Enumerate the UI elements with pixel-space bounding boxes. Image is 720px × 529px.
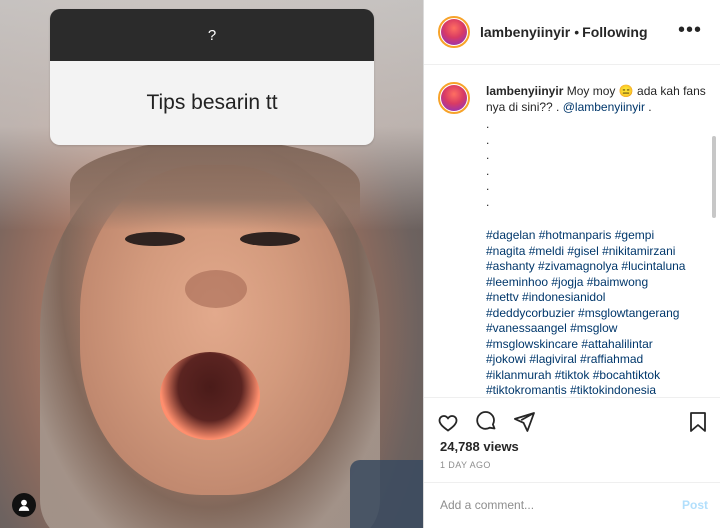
dot-line: .: [486, 117, 490, 131]
instagram-post-frame: ? Tips besarin tt lambenyiinyir • Follow…: [0, 0, 720, 528]
dot-line: .: [486, 163, 490, 178]
author-avatar[interactable]: [438, 16, 470, 48]
caption-period: .: [648, 99, 652, 114]
caption-text: lambenyiinyir Moy moy 😑 ada kah fans nya…: [486, 84, 716, 397]
comment-button[interactable]: [472, 408, 500, 436]
comment-bar: Add a comment... Post: [424, 482, 720, 527]
hashtag-list: #dagelan #hotmanparis #gempi #nagita #me…: [486, 228, 716, 397]
heart-icon: [438, 415, 458, 432]
avatar-image: [441, 19, 467, 45]
hashtag-line[interactable]: #deddycorbuzier #msglowtangerang: [486, 306, 716, 322]
question-sticker-body: Tips besarin tt: [50, 61, 374, 145]
bangs-shape: [70, 140, 360, 230]
post-time-ago: 1 DAY AGO: [440, 460, 491, 470]
post-actions: 24,788 views 1 DAY AGO Add a comment... …: [424, 397, 720, 529]
question-sticker-header: ?: [50, 9, 374, 61]
mouth-shape: [160, 352, 260, 440]
video-media[interactable]: ? Tips besarin tt: [0, 0, 423, 528]
action-icons: [434, 408, 538, 436]
question-sticker: ? Tips besarin tt: [50, 9, 374, 145]
hashtag-line[interactable]: #ashanty #zivamagnolya #lucintaluna: [486, 259, 716, 275]
hashtag-line[interactable]: #vanessaangel #msglow: [486, 321, 716, 337]
hashtag-line[interactable]: #jokowi #lagiviral #raffiahmad: [486, 352, 716, 368]
right-eye-shape: [240, 232, 300, 246]
avatar-image: [441, 85, 467, 111]
left-eye-shape: [125, 232, 185, 246]
share-button[interactable]: [510, 408, 538, 436]
view-count: 24,788 views: [440, 439, 519, 454]
caption-username[interactable]: lambenyiinyir: [486, 84, 563, 98]
nose-shape: [185, 270, 247, 308]
caption-author-avatar[interactable]: [438, 82, 470, 114]
question-symbol: ?: [207, 26, 217, 44]
dot-line: .: [486, 179, 490, 193]
dot-line: .: [486, 132, 490, 147]
hashtag-line[interactable]: #nettv #indonesianidol: [486, 290, 716, 306]
like-button[interactable]: [434, 408, 462, 436]
comment-icon: [476, 411, 496, 430]
following-button[interactable]: Following: [582, 24, 647, 40]
hashtag-line[interactable]: #tiktokromantis #tiktokindonesia: [486, 383, 716, 397]
dot-line: .: [486, 194, 490, 209]
more-options-icon[interactable]: •••: [678, 19, 702, 42]
comment-input[interactable]: Add a comment...: [440, 498, 682, 512]
dot-lines: . . . . . .: [486, 117, 716, 210]
hashtag-line[interactable]: #iklanmurah #tiktok #bocahtiktok: [486, 368, 716, 384]
dot-line: .: [486, 148, 490, 162]
share-icon: [514, 412, 535, 432]
save-button[interactable]: [684, 408, 712, 436]
hashtag-line[interactable]: #nagita #meldi #gisel #nikitamirzani: [486, 244, 716, 260]
question-text: Tips besarin tt: [146, 91, 278, 114]
user-icon: [18, 499, 30, 511]
hashtag-line[interactable]: #dagelan #hotmanparis #gempi: [486, 228, 716, 244]
shirt-shape: [350, 460, 423, 528]
post-side-panel: lambenyiinyir • Following ••• lambenyiin…: [423, 0, 720, 528]
caption-mention-link[interactable]: @lambenyiinyir: [563, 100, 645, 114]
tagged-user-button[interactable]: [12, 493, 36, 517]
hashtag-line[interactable]: #msglowskincare #attahalilintar: [486, 337, 716, 353]
caption-scrollbar[interactable]: [712, 136, 716, 218]
separator-bullet: •: [574, 24, 580, 40]
caption-area: lambenyiinyir Moy moy 😑 ada kah fans nya…: [424, 64, 720, 397]
hashtag-line[interactable]: #leeminhoo #jogja #baimwong: [486, 275, 716, 291]
caption-intro: Moy moy: [566, 84, 616, 98]
post-header: lambenyiinyir • Following •••: [424, 0, 720, 65]
emoji-expressionless: 😑: [618, 84, 634, 98]
post-comment-button[interactable]: Post: [682, 498, 708, 512]
author-username[interactable]: lambenyiinyir: [480, 24, 570, 40]
bookmark-icon: [690, 412, 706, 432]
